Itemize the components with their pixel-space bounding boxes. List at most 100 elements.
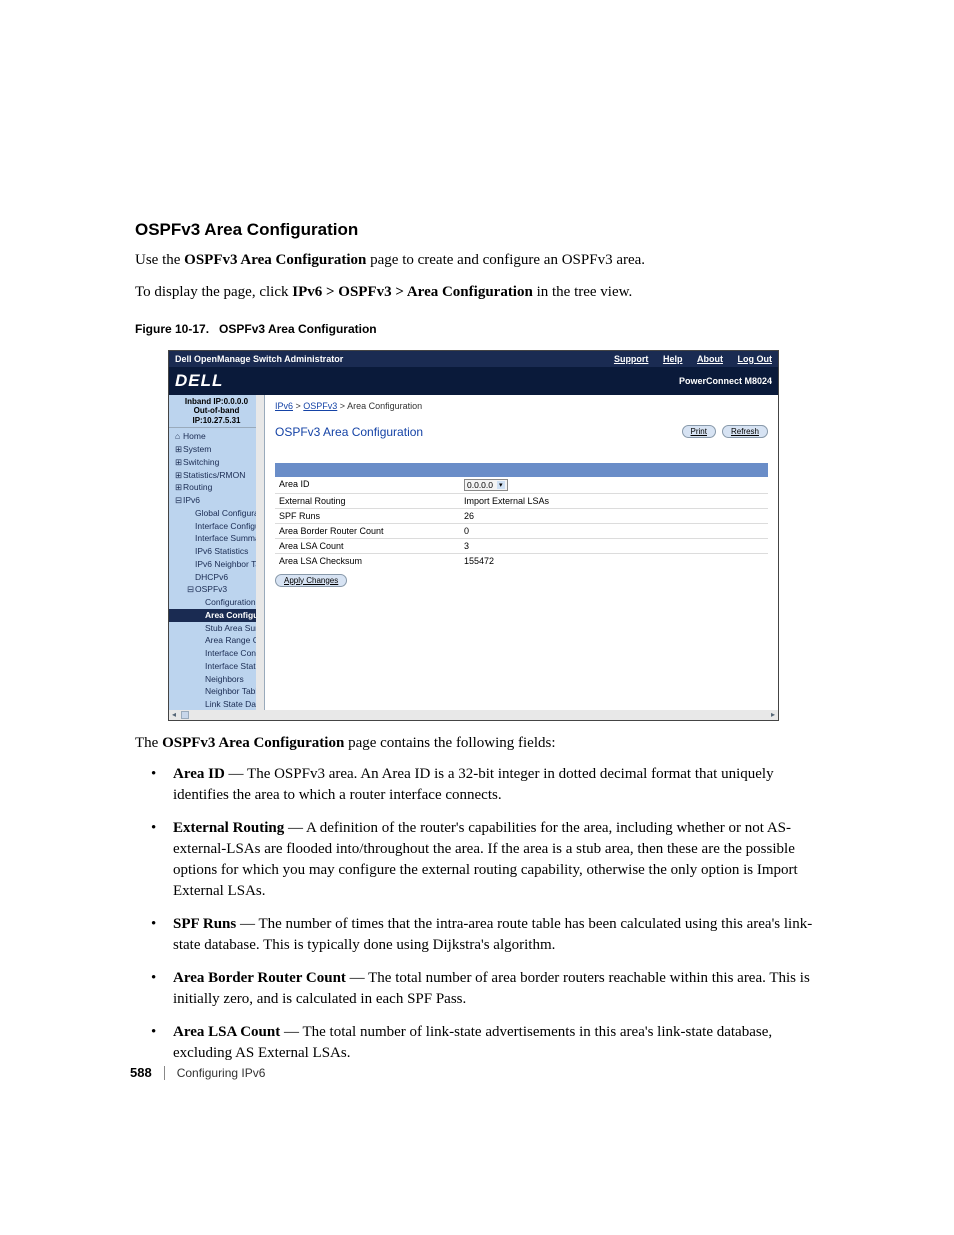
t: The	[135, 735, 162, 751]
t: IPv6 > OSPFv3 > Area Configuration	[292, 284, 533, 300]
tree-item[interactable]: ⊞Statistics/RMON	[169, 469, 264, 482]
t: page contains the following fields:	[344, 735, 555, 751]
intro-1: Use the OSPFv3 Area Configuration page t…	[135, 250, 819, 272]
tree-item-label: Global Configuration	[195, 508, 265, 518]
tree-item[interactable]: Configuration	[169, 596, 264, 609]
tree-item[interactable]: ⊞Routing	[169, 481, 264, 494]
content-pane: IPv6 > OSPFv3 > Area Configuration OSPFv…	[265, 395, 778, 720]
dell-logo: DELL	[175, 371, 223, 391]
app-title: Dell OpenManage Switch Administrator	[175, 354, 602, 364]
field-value: 3	[460, 539, 768, 553]
t: Figure 10-17.	[135, 322, 209, 336]
section-heading: OSPFv3 Area Configuration	[135, 220, 819, 240]
field-desc: — The number of times that the intra-are…	[173, 916, 812, 953]
tree-item[interactable]: Interface Configu	[169, 647, 264, 660]
link-support[interactable]: Support	[614, 354, 649, 364]
tree-item-label: Neighbor Table	[205, 686, 262, 696]
breadcrumb: IPv6 > OSPFv3 > Area Configuration	[275, 401, 768, 411]
field-label: External Routing	[275, 494, 460, 508]
link-about[interactable]: About	[697, 354, 723, 364]
divider-icon	[164, 1066, 165, 1080]
form-area: Area ID0.0.0.0▾External RoutingImport Ex…	[275, 463, 768, 587]
tree-item-label: DHCPv6	[195, 572, 228, 582]
field-term: Area Border Router Count	[173, 970, 346, 986]
tree-item[interactable]: ⊞System	[169, 443, 264, 456]
field-value: 0.0.0.0▾	[460, 477, 768, 493]
crumb-ospfv3[interactable]: OSPFv3	[303, 401, 337, 411]
tree-item[interactable]: Area Configura	[169, 609, 264, 622]
field-label: SPF Runs	[275, 509, 460, 523]
field-term: Area ID	[173, 766, 225, 782]
form-row: Area LSA Count3	[275, 538, 768, 553]
tree-item[interactable]: DHCPv6	[169, 571, 264, 584]
screenshot-figure: Dell OpenManage Switch Administrator Sup…	[168, 350, 779, 721]
inband-ip: Inband IP:0.0.0.0	[172, 397, 261, 407]
after-figure-text: The OSPFv3 Area Configuration page conta…	[135, 733, 819, 755]
form-row: Area Border Router Count0	[275, 523, 768, 538]
tree-item-label: Routing	[183, 482, 212, 492]
tree-item-label: Statistics/RMON	[183, 470, 245, 480]
tree-expand-icon: ⊞	[175, 469, 183, 482]
t: in the tree view.	[533, 284, 632, 300]
scroll-thumb[interactable]	[181, 711, 189, 719]
tree-item[interactable]: Global Configuration	[169, 507, 264, 520]
ip-info: Inband IP:0.0.0.0 Out-of-band IP:10.27.5…	[169, 395, 264, 429]
tree-item[interactable]: IPv6 Statistics	[169, 545, 264, 558]
tree-item[interactable]: Interface Summary	[169, 532, 264, 545]
chapter-title: Configuring IPv6	[177, 1066, 266, 1080]
link-logout[interactable]: Log Out	[738, 354, 773, 364]
sep: >	[293, 401, 303, 411]
tree-item-label: IPv6	[183, 495, 200, 505]
nav-tree: ⌂Home⊞System⊞Switching⊞Statistics/RMON⊞R…	[169, 428, 264, 719]
tree-item[interactable]: ⌂Home	[169, 430, 264, 443]
product-name: PowerConnect M8024	[679, 376, 772, 386]
tree-item[interactable]: ⊞Switching	[169, 456, 264, 469]
field-bullet: Area LSA Count — The total number of lin…	[173, 1022, 819, 1064]
tree-expand-icon: ⊞	[175, 443, 183, 456]
tree-item[interactable]: Area Range Con	[169, 634, 264, 647]
tree-item[interactable]: IPv6 Neighbor Table	[169, 558, 264, 571]
tree-item-label: Interface Configurat	[195, 521, 265, 531]
field-label: Area Border Router Count	[275, 524, 460, 538]
field-value: 26	[460, 509, 768, 523]
tree-item[interactable]: Neighbors	[169, 673, 264, 686]
page-number: 588	[130, 1065, 152, 1080]
field-desc: — The OSPFv3 area. An Area ID is a 32-bi…	[173, 766, 774, 803]
scroll-right-icon[interactable]: ▸	[768, 710, 778, 719]
nav-sidebar: Inband IP:0.0.0.0 Out-of-band IP:10.27.5…	[169, 395, 265, 720]
field-value: 155472	[460, 554, 768, 568]
figure-caption: Figure 10-17. OSPFv3 Area Configuration	[135, 322, 819, 336]
chevron-down-icon: ▾	[497, 481, 505, 489]
t: OSPFv3 Area Configuration	[184, 252, 366, 268]
link-help[interactable]: Help	[663, 354, 683, 364]
tree-item[interactable]: Neighbor Table	[169, 685, 264, 698]
tree-item-label: Neighbors	[205, 674, 244, 684]
t: OSPFv3 Area Configuration	[219, 322, 377, 336]
field-bullet: External Routing — A definition of the r…	[173, 818, 819, 902]
tree-item[interactable]: ⊟IPv6	[169, 494, 264, 507]
field-label: Area LSA Count	[275, 539, 460, 553]
brand-bar: DELL PowerConnect M8024	[169, 367, 778, 395]
tree-item[interactable]: Stub Area Summ	[169, 622, 264, 635]
tree-expand-icon: ⊞	[175, 456, 183, 469]
form-header-bar	[275, 463, 768, 477]
field-label: Area LSA Checksum	[275, 554, 460, 568]
tree-item[interactable]: ⊟OSPFv3	[169, 583, 264, 596]
field-value: 0	[460, 524, 768, 538]
crumb-ipv6[interactable]: IPv6	[275, 401, 293, 411]
crumb-current: Area Configuration	[347, 401, 422, 411]
scrollbar-vertical[interactable]	[256, 395, 264, 720]
scroll-left-icon[interactable]: ◂	[169, 710, 179, 719]
refresh-button[interactable]: Refresh	[722, 425, 768, 438]
tree-item-label: Switching	[183, 457, 219, 467]
area-id-select[interactable]: 0.0.0.0▾	[464, 479, 508, 491]
field-list: Area ID — The OSPFv3 area. An Area ID is…	[135, 764, 819, 1064]
tree-item-label: Interface Summary	[195, 533, 265, 543]
print-button[interactable]: Print	[682, 425, 716, 438]
app-topbar: Dell OpenManage Switch Administrator Sup…	[169, 351, 778, 367]
scrollbar-horizontal[interactable]: ◂ ▸	[169, 710, 778, 720]
tree-item[interactable]: Interface Statisti	[169, 660, 264, 673]
t: Use the	[135, 252, 184, 268]
tree-item[interactable]: Interface Configurat	[169, 520, 264, 533]
apply-button[interactable]: Apply Changes	[275, 574, 347, 587]
